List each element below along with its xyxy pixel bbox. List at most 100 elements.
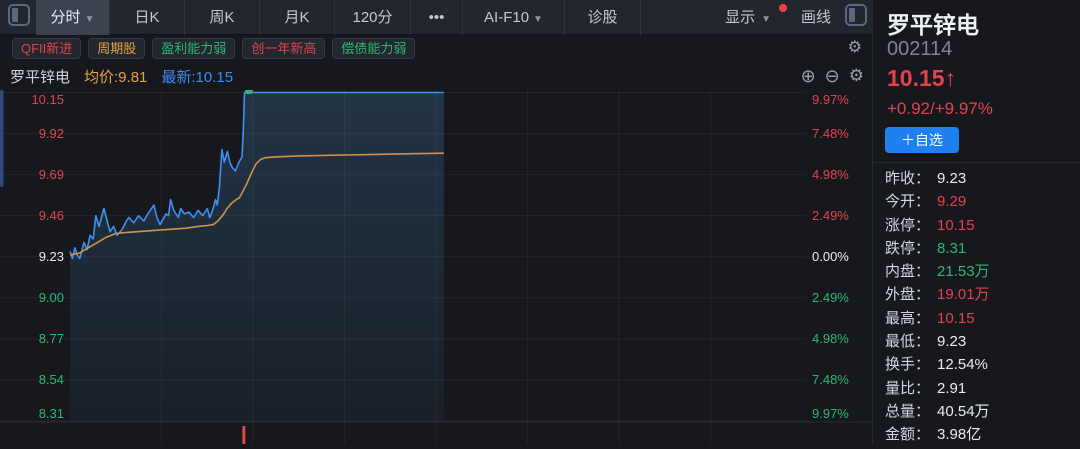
percent-axis-tick: 0.00% xyxy=(812,248,872,266)
quote-row-label: 今开： xyxy=(885,190,937,213)
price-axis-tick: 9.92 xyxy=(0,125,64,143)
right-panel-toggle-icon[interactable] xyxy=(845,4,867,26)
quote-row-label: 总量： xyxy=(885,400,937,423)
tab-label: AI-F10 xyxy=(484,9,529,26)
tab-label: 周K xyxy=(209,9,234,26)
timeshare-chart[interactable]: 10.15 9.92 9.69 9.46 9.23 9.00 8.77 8.54 8.31 9.9… xyxy=(0,90,872,444)
quote-sidebar: 罗平锌电 002114 10.15↑ +0.92/+9.97% ＋自选 昨收：9… xyxy=(872,0,1080,444)
quote-row-label: 金额： xyxy=(885,423,937,446)
avg-price-label: 均价:9.81 xyxy=(84,66,147,87)
tags-settings-gear-icon[interactable]: ⚙ xyxy=(848,38,862,58)
quote-row-value: 10.15 xyxy=(937,217,975,234)
quote-row-value: 9.29 xyxy=(937,193,966,210)
percent-axis-tick: 2.49% xyxy=(812,289,872,307)
chevron-down-icon: ▼ xyxy=(761,14,771,25)
sidebar-current-price: 10.15↑ xyxy=(887,65,956,92)
quote-row-value: 2.91 xyxy=(937,380,966,397)
zoom-out-icon[interactable]: ⊖ xyxy=(825,62,840,90)
display-settings-button[interactable]: 显示 ▼ xyxy=(725,0,801,35)
quote-row-value: 9.23 xyxy=(937,333,966,350)
display-settings-label: 显示 xyxy=(725,9,755,26)
quote-row-total-volume: 总量：40.54万 xyxy=(885,400,1076,423)
tag-qfii-new[interactable]: QFII新进 xyxy=(12,38,81,59)
quote-row-prev-close: 昨收：9.23 xyxy=(885,167,1076,190)
quote-row-value: 19.01万 xyxy=(937,286,990,303)
tag-cyclical-stock[interactable]: 周期股 xyxy=(88,38,145,59)
quote-row-amount: 金额：3.98亿 xyxy=(885,423,1076,446)
quote-row-value: 3.98亿 xyxy=(937,426,981,443)
tag-weak-solvency[interactable]: 偿债能力弱 xyxy=(332,38,415,59)
chart-type-toolbar: 分时▼日K 周K 月K 120分 ••• AI-F10 ▼ 诊股 显示 ▼ 画线 xyxy=(0,0,872,35)
chart-pane-header: 罗平锌电 均价:9.81 最新:10.15 ⊕ ⊖ ⚙ xyxy=(0,62,872,90)
quote-row-label: 内盘： xyxy=(885,260,937,283)
price-axis-tick: 9.23 xyxy=(0,248,64,266)
quote-row-label: 最高： xyxy=(885,307,937,330)
tab-ai-f10[interactable]: AI-F10 ▼ xyxy=(463,0,565,35)
tab-diagnose[interactable]: 诊股 xyxy=(565,0,641,35)
quote-row-label: 涨停： xyxy=(885,214,937,237)
price-axis-tick: 9.69 xyxy=(0,166,64,184)
tab-timeshare[interactable]: 分时▼ xyxy=(36,0,110,35)
quote-row-inner-volume: 内盘：21.53万 xyxy=(885,260,1076,283)
tab-weekly-k[interactable]: 周K xyxy=(185,0,260,35)
quote-row-high: 最高：10.15 xyxy=(885,307,1076,330)
zoom-in-icon[interactable]: ⊕ xyxy=(801,62,816,90)
quote-row-label: 量比： xyxy=(885,377,937,400)
toolbar-spacer xyxy=(641,0,725,34)
sidebar-stock-name: 罗平锌电 xyxy=(887,6,979,40)
percent-axis-tick: 2.49% xyxy=(812,207,872,225)
quote-row-value: 8.31 xyxy=(937,240,966,257)
quote-row-limit-up: 涨停：10.15 xyxy=(885,214,1076,237)
tab-label: 月K xyxy=(284,9,309,26)
percent-axis-tick: 4.98% xyxy=(812,330,872,348)
price-axis-tick: 8.54 xyxy=(0,371,64,389)
quote-row-turnover: 换手：12.54% xyxy=(885,353,1076,376)
draw-line-label: 画线 xyxy=(801,9,831,26)
tag-weak-profitability[interactable]: 盈利能力弱 xyxy=(152,38,235,59)
tab-label: 120分 xyxy=(352,9,392,26)
tab-label: ••• xyxy=(429,9,445,26)
add-to-watchlist-button[interactable]: ＋自选 xyxy=(885,127,959,153)
quote-row-label: 昨收： xyxy=(885,167,937,190)
percent-axis-tick: 4.98% xyxy=(812,166,872,184)
price-axis-tick: 10.15 xyxy=(0,91,64,109)
quote-row-label: 外盘： xyxy=(885,283,937,306)
percent-axis-tick: 7.48% xyxy=(812,125,872,143)
stock-tags-row: QFII新进周期股盈利能力弱创一年新高偿债能力弱 ⚙ xyxy=(0,35,872,62)
price-area-fill xyxy=(70,93,444,422)
quote-row-outer-volume: 外盘：19.01万 xyxy=(885,283,1076,306)
tab-monthly-k[interactable]: 月K xyxy=(260,0,335,35)
price-axis-tick: 9.46 xyxy=(0,207,64,225)
last-price-label: 最新:10.15 xyxy=(161,66,233,87)
tab-daily-k[interactable]: 日K xyxy=(110,0,185,35)
sidebar-stock-code: 002114 xyxy=(887,38,952,61)
quote-row-limit-down: 跌停：8.31 xyxy=(885,237,1076,260)
tab-120min[interactable]: 120分 xyxy=(335,0,411,35)
percent-axis-tick: 7.48% xyxy=(812,371,872,389)
quote-row-value: 9.23 xyxy=(937,170,966,187)
chart-stock-name: 罗平锌电 xyxy=(10,66,70,87)
percent-axis-tick: 9.97% xyxy=(812,405,872,423)
tag-one-year-high[interactable]: 创一年新高 xyxy=(242,38,325,59)
chart-settings-gear-icon[interactable]: ⚙ xyxy=(849,62,864,90)
quote-row-value: 40.54万 xyxy=(937,403,990,420)
sidebar-price-change: +0.92/+9.97% xyxy=(887,99,993,119)
tab-label: 分时 xyxy=(51,9,81,26)
tab-label: 诊股 xyxy=(587,9,617,26)
quote-row-label: 最低： xyxy=(885,330,937,353)
volume-bar xyxy=(242,426,245,444)
quote-row-value: 10.15 xyxy=(937,310,975,327)
price-axis-tick: 8.77 xyxy=(0,330,64,348)
chevron-down-icon: ▼ xyxy=(533,14,543,25)
quote-row-value: 12.54% xyxy=(937,356,988,373)
tab-more[interactable]: ••• xyxy=(411,0,463,35)
draw-line-button[interactable]: 画线 xyxy=(801,0,831,35)
chart-canvas xyxy=(0,90,872,444)
price-axis-tick: 9.00 xyxy=(0,289,64,307)
quote-row-low: 最低：9.23 xyxy=(885,330,1076,353)
quote-row-value: 21.53万 xyxy=(937,263,990,280)
price-axis-tick: 8.31 xyxy=(0,405,64,423)
percent-axis-tick: 9.97% xyxy=(812,91,872,109)
sidebar-divider xyxy=(873,162,1080,163)
left-panel-toggle-icon[interactable] xyxy=(8,4,30,26)
